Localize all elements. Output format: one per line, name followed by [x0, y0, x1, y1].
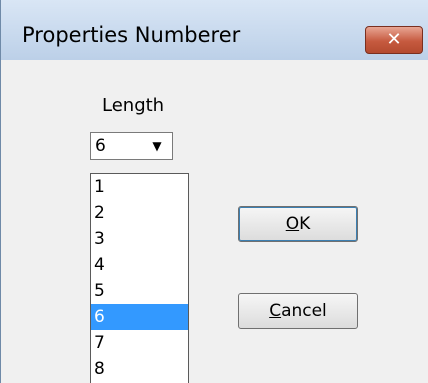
close-button[interactable]: ✕	[365, 26, 423, 54]
cancel-mnemonic: C	[269, 301, 282, 321]
close-icon: ✕	[386, 29, 402, 50]
window-title: Properties Numberer	[22, 23, 241, 47]
dialog-body: Length 6 ▼ 1 2 3 4 5 6 7 8 OK Cancel	[1, 60, 428, 383]
list-item[interactable]: 3	[91, 226, 188, 252]
chevron-down-icon[interactable]: ▼	[144, 135, 170, 157]
list-item[interactable]: 8	[91, 356, 188, 382]
list-item[interactable]: 2	[91, 200, 188, 226]
ok-mnemonic: O	[285, 214, 300, 234]
list-item[interactable]: 1	[91, 174, 188, 200]
list-item[interactable]: 5	[91, 278, 188, 304]
list-item[interactable]: 4	[91, 252, 188, 278]
title-bar[interactable]: Properties Numberer ✕	[1, 0, 428, 60]
dialog-window: Properties Numberer ✕ Length 6 ▼ 1 2 3 4…	[0, 0, 428, 383]
cancel-label-rest: ancel	[281, 301, 327, 321]
ok-label-rest: K	[299, 214, 311, 234]
list-item-selected[interactable]: 6	[91, 304, 188, 330]
cancel-button[interactable]: Cancel	[238, 293, 358, 329]
length-dropdown-list[interactable]: 1 2 3 4 5 6 7 8	[90, 173, 189, 383]
length-selected-value: 6	[95, 136, 106, 156]
list-item[interactable]: 7	[91, 330, 188, 356]
length-label: Length	[102, 95, 165, 116]
ok-button[interactable]: OK	[238, 206, 358, 242]
length-combobox[interactable]: 6 ▼	[90, 132, 173, 160]
